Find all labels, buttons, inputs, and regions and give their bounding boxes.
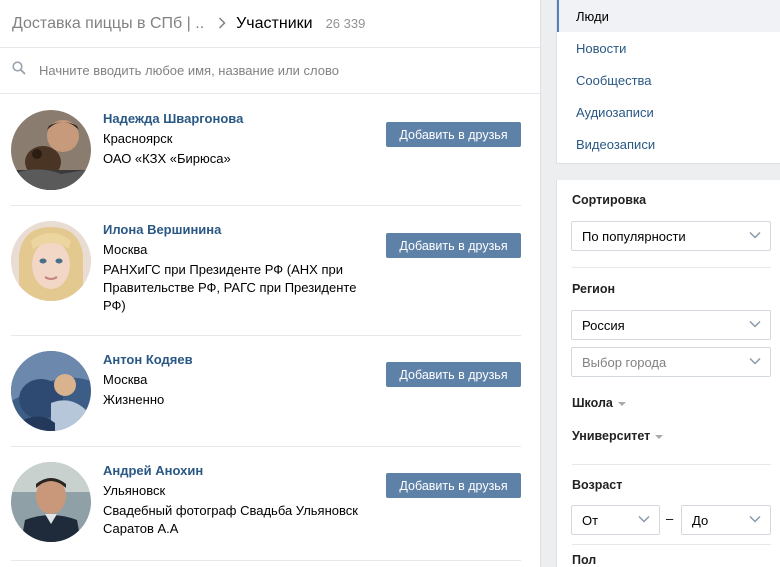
divider	[11, 446, 521, 447]
age-label: Возраст	[572, 478, 623, 492]
filters-panel: Сортировка По популярности Регион Россия…	[556, 180, 780, 567]
caret-down-icon	[617, 401, 626, 406]
sort-label: Сортировка	[572, 193, 647, 207]
avatar[interactable]	[11, 462, 91, 542]
add-friend-button[interactable]: Добавить в друзья	[386, 122, 521, 147]
search-section-nav: Люди Новости Сообщества Аудиозаписи Виде…	[556, 0, 780, 164]
nav-item-people[interactable]: Люди	[557, 0, 780, 32]
member-info-line: Жизненно	[103, 392, 165, 407]
divider	[572, 544, 771, 545]
avatar[interactable]	[11, 221, 91, 301]
chevron-down-icon	[749, 515, 761, 523]
member-info-line: Свадебный фотограф Свадьба Ульяновск Сар…	[103, 503, 358, 536]
member-count: 26 339	[325, 16, 366, 31]
member-city: Ульяновск	[103, 483, 166, 498]
member-info-line: ОАО «КЗХ «Бирюса»	[103, 151, 231, 166]
age-from-select[interactable]: От	[571, 505, 660, 535]
divider	[11, 335, 521, 336]
caret-down-icon	[655, 434, 664, 439]
breadcrumb-group-link[interactable]: Доставка пиццы в СПб | ..	[12, 15, 204, 33]
search-icon	[12, 61, 26, 80]
nav-item-news[interactable]: Новости	[557, 32, 780, 64]
sort-select[interactable]: По популярности	[571, 221, 771, 251]
member-name-link[interactable]: Илона Вершинина	[103, 221, 373, 239]
gender-label: Пол	[572, 553, 597, 567]
avatar[interactable]	[11, 110, 91, 190]
search-bar[interactable]: Начните вводить любое имя, название или …	[0, 48, 540, 94]
age-to-select[interactable]: До	[681, 505, 771, 535]
university-filter[interactable]: Университет	[572, 429, 664, 443]
city-select[interactable]: Выбор города	[571, 347, 771, 377]
member-info-line: РАНХиГС при Президенте РФ (АНХ при Прави…	[103, 262, 357, 313]
member-info: Антон Кодяев Москва Жизненно	[103, 351, 373, 409]
page-header: Доставка пиццы в СПб | .. Участники 26 3…	[0, 0, 540, 48]
nav-item-video[interactable]: Видеозаписи	[557, 128, 780, 160]
country-select[interactable]: Россия	[571, 310, 771, 340]
member-city: Москва	[103, 372, 148, 387]
member-city: Москва	[103, 242, 148, 257]
member-name-link[interactable]: Антон Кодяев	[103, 351, 373, 369]
chevron-down-icon	[749, 357, 761, 365]
divider	[11, 560, 521, 561]
chevron-down-icon	[638, 515, 650, 523]
chevron-down-icon	[749, 320, 761, 328]
nav-item-communities[interactable]: Сообщества	[557, 64, 780, 96]
add-friend-button[interactable]: Добавить в друзья	[386, 473, 521, 498]
add-friend-button[interactable]: Добавить в друзья	[386, 362, 521, 387]
school-filter[interactable]: Школа	[572, 396, 626, 410]
page-title: Участники	[236, 14, 313, 32]
divider	[572, 267, 771, 268]
divider	[572, 464, 771, 465]
add-friend-button[interactable]: Добавить в друзья	[386, 233, 521, 258]
chevron-down-icon	[749, 231, 761, 239]
search-input[interactable]: Начните вводить любое имя, название или …	[39, 63, 339, 78]
member-city: Красноярск	[103, 131, 173, 146]
nav-item-audio[interactable]: Аудиозаписи	[557, 96, 780, 128]
age-range-dash: –	[666, 511, 674, 526]
member-info: Надежда Шваргонова Красноярск ОАО «КЗХ «…	[103, 110, 373, 168]
avatar[interactable]	[11, 351, 91, 431]
chevron-right-icon	[218, 16, 226, 32]
member-info: Андрей Анохин Ульяновск Свадебный фотогр…	[103, 462, 373, 538]
main-panel: Доставка пиццы в СПб | .. Участники 26 3…	[0, 0, 541, 567]
region-label: Регион	[572, 282, 616, 296]
member-info: Илона Вершинина Москва РАНХиГС при Прези…	[103, 221, 373, 315]
divider	[11, 205, 521, 206]
member-name-link[interactable]: Надежда Шваргонова	[103, 110, 373, 128]
member-name-link[interactable]: Андрей Анохин	[103, 462, 373, 480]
